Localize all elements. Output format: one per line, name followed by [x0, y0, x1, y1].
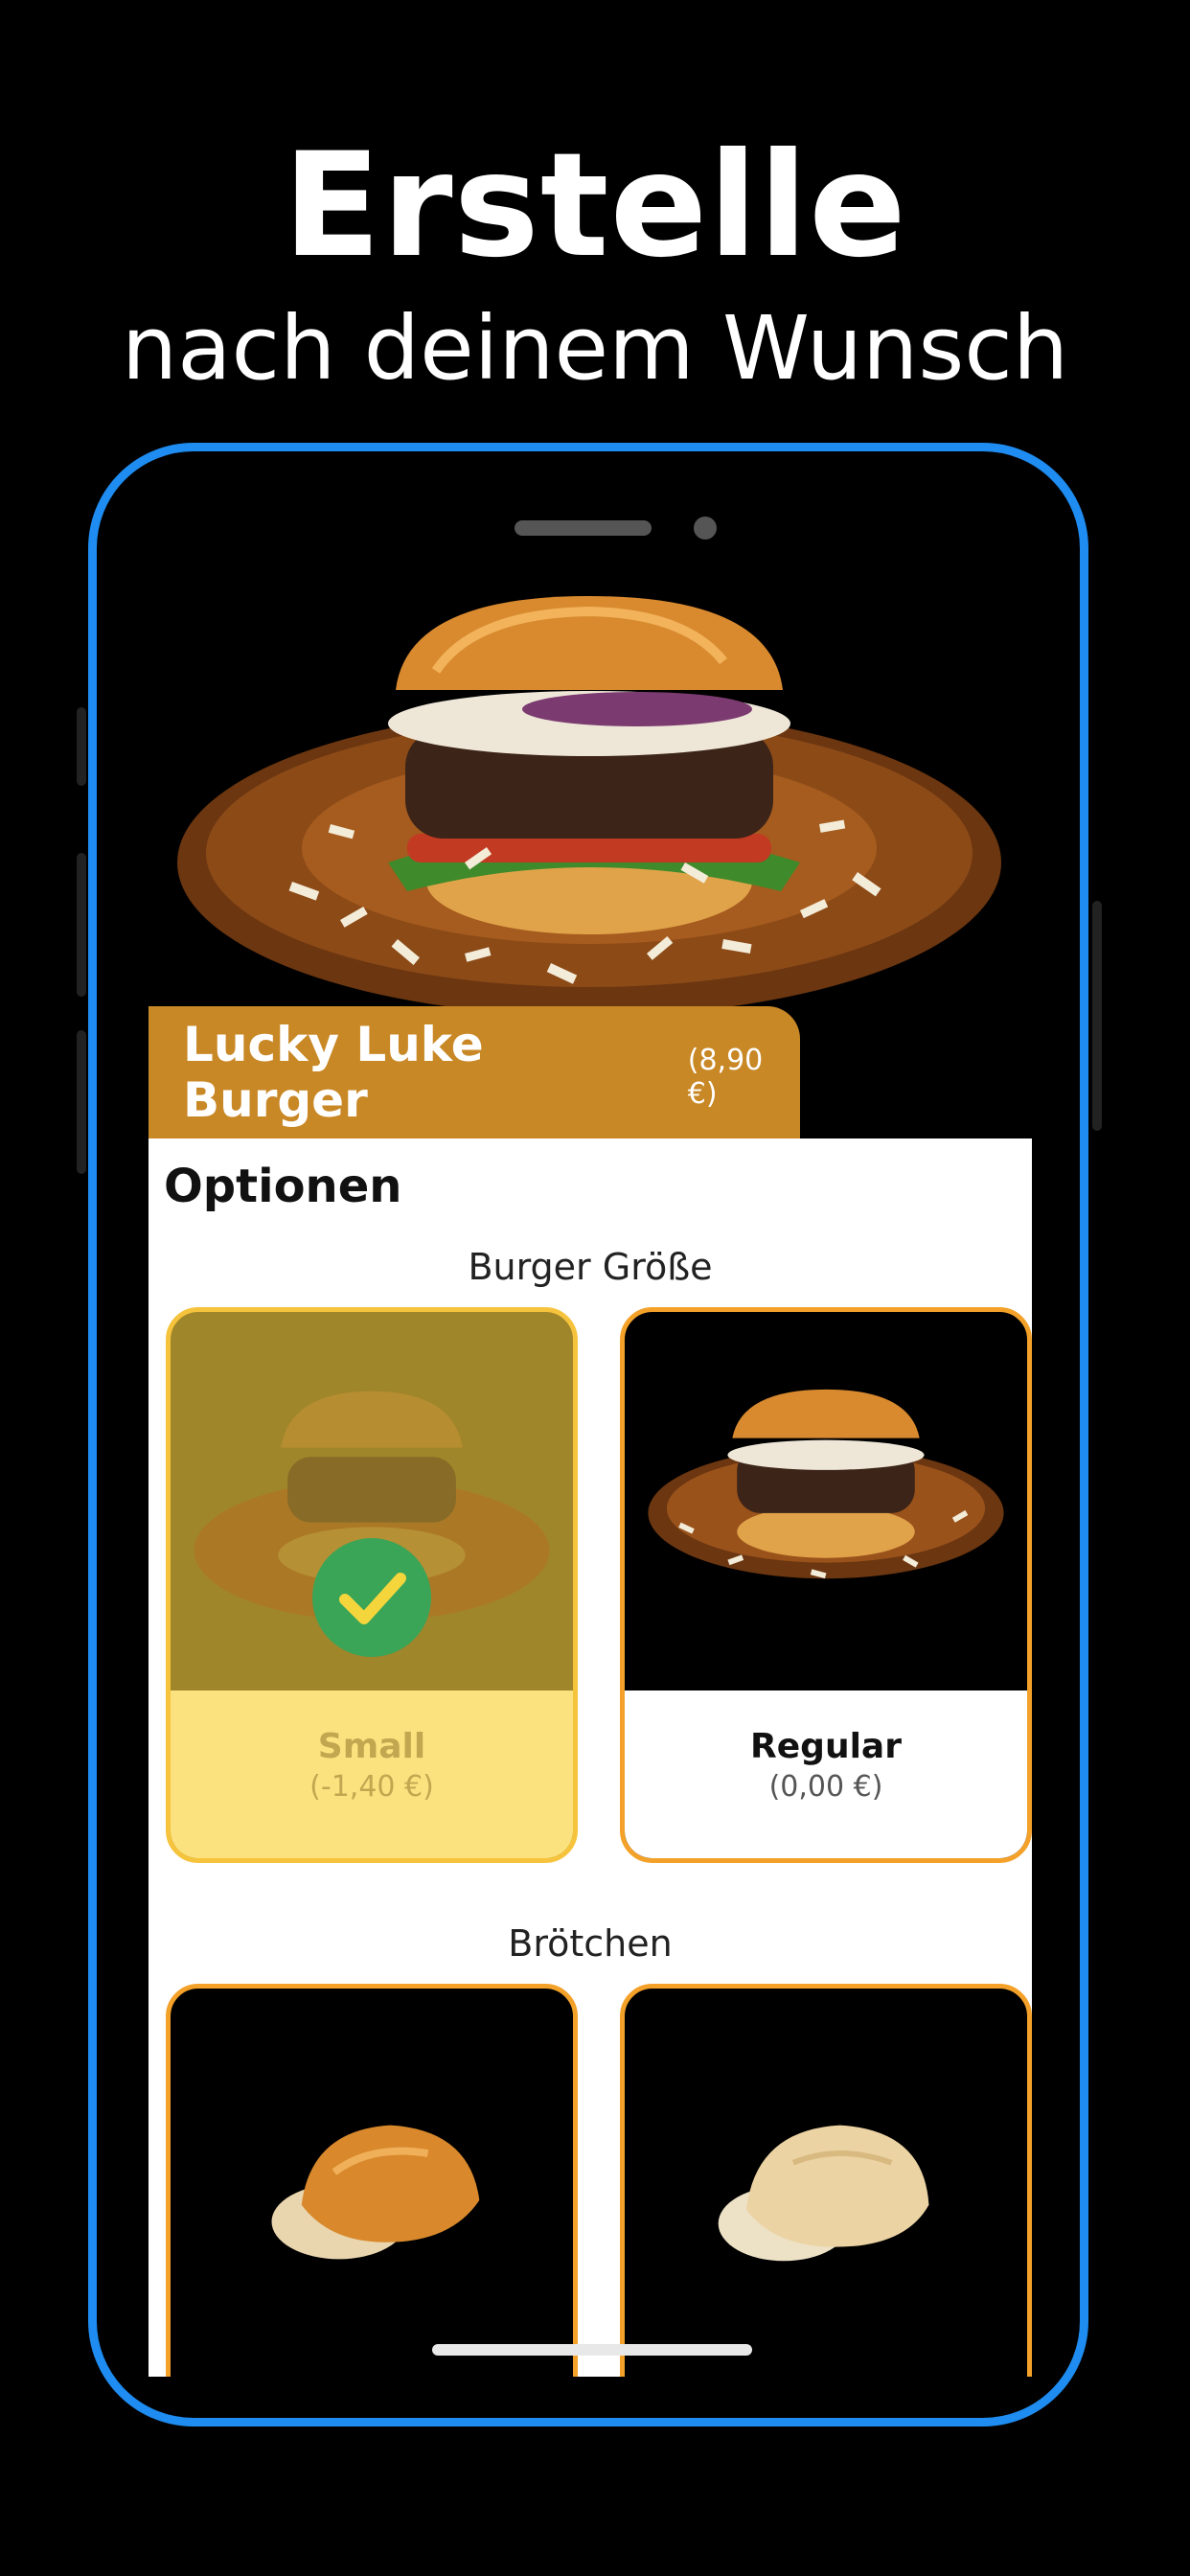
- phone-camera: [694, 517, 717, 540]
- home-indicator[interactable]: [432, 2344, 752, 2356]
- headline-subtitle: nach deinem Wunsch: [121, 297, 1069, 400]
- options-panel: Optionen Burger Größe Small (-1,40 €) Re…: [149, 1138, 1032, 2377]
- product-price: (8,90 €): [687, 1044, 764, 1111]
- options-title: Optionen: [164, 1160, 402, 1213]
- section-label-bun: Brötchen: [508, 1922, 673, 1965]
- option-card-footer: Regular (0,00 €): [625, 1690, 1027, 1858]
- product-name: Lucky Luke Burger: [183, 1017, 484, 1128]
- option-price: (-1,40 €): [309, 1770, 434, 1804]
- promo-headline: Erstelle nach deinem Wunsch: [0, 125, 1190, 406]
- section-label-burger-size: Burger Größe: [468, 1246, 713, 1288]
- app-screen: Lucky Luke Burger (8,90 €) Optionen Burg…: [149, 575, 1032, 2377]
- brioche-bun-photo: [271, 2125, 480, 2260]
- phone-power-button: [1092, 901, 1102, 1131]
- headline-title: Erstelle: [283, 123, 907, 289]
- product-title-tab: Lucky Luke Burger (8,90 €): [149, 1006, 800, 1138]
- white-bun-photo: [718, 2125, 929, 2262]
- option-card-regular[interactable]: Regular (0,00 €): [620, 1307, 1032, 1863]
- phone-side-button: [77, 707, 86, 786]
- phone-speaker: [515, 520, 652, 536]
- option-card-brioche-bun[interactable]: [166, 1984, 578, 2377]
- burger-photo: [648, 1389, 1004, 1579]
- option-card-white-bun[interactable]: [620, 1984, 1032, 2377]
- phone-volume-up-button: [77, 853, 86, 997]
- phone-volume-down-button: [77, 1030, 86, 1174]
- option-name: Small: [317, 1727, 426, 1766]
- selected-check-icon: [312, 1538, 431, 1657]
- option-price: (0,00 €): [768, 1770, 883, 1804]
- product-hero-image: [177, 596, 1001, 1016]
- option-card-small[interactable]: Small (-1,40 €): [166, 1307, 578, 1863]
- option-name: Regular: [750, 1727, 902, 1766]
- option-card-footer: Small (-1,40 €): [171, 1690, 573, 1858]
